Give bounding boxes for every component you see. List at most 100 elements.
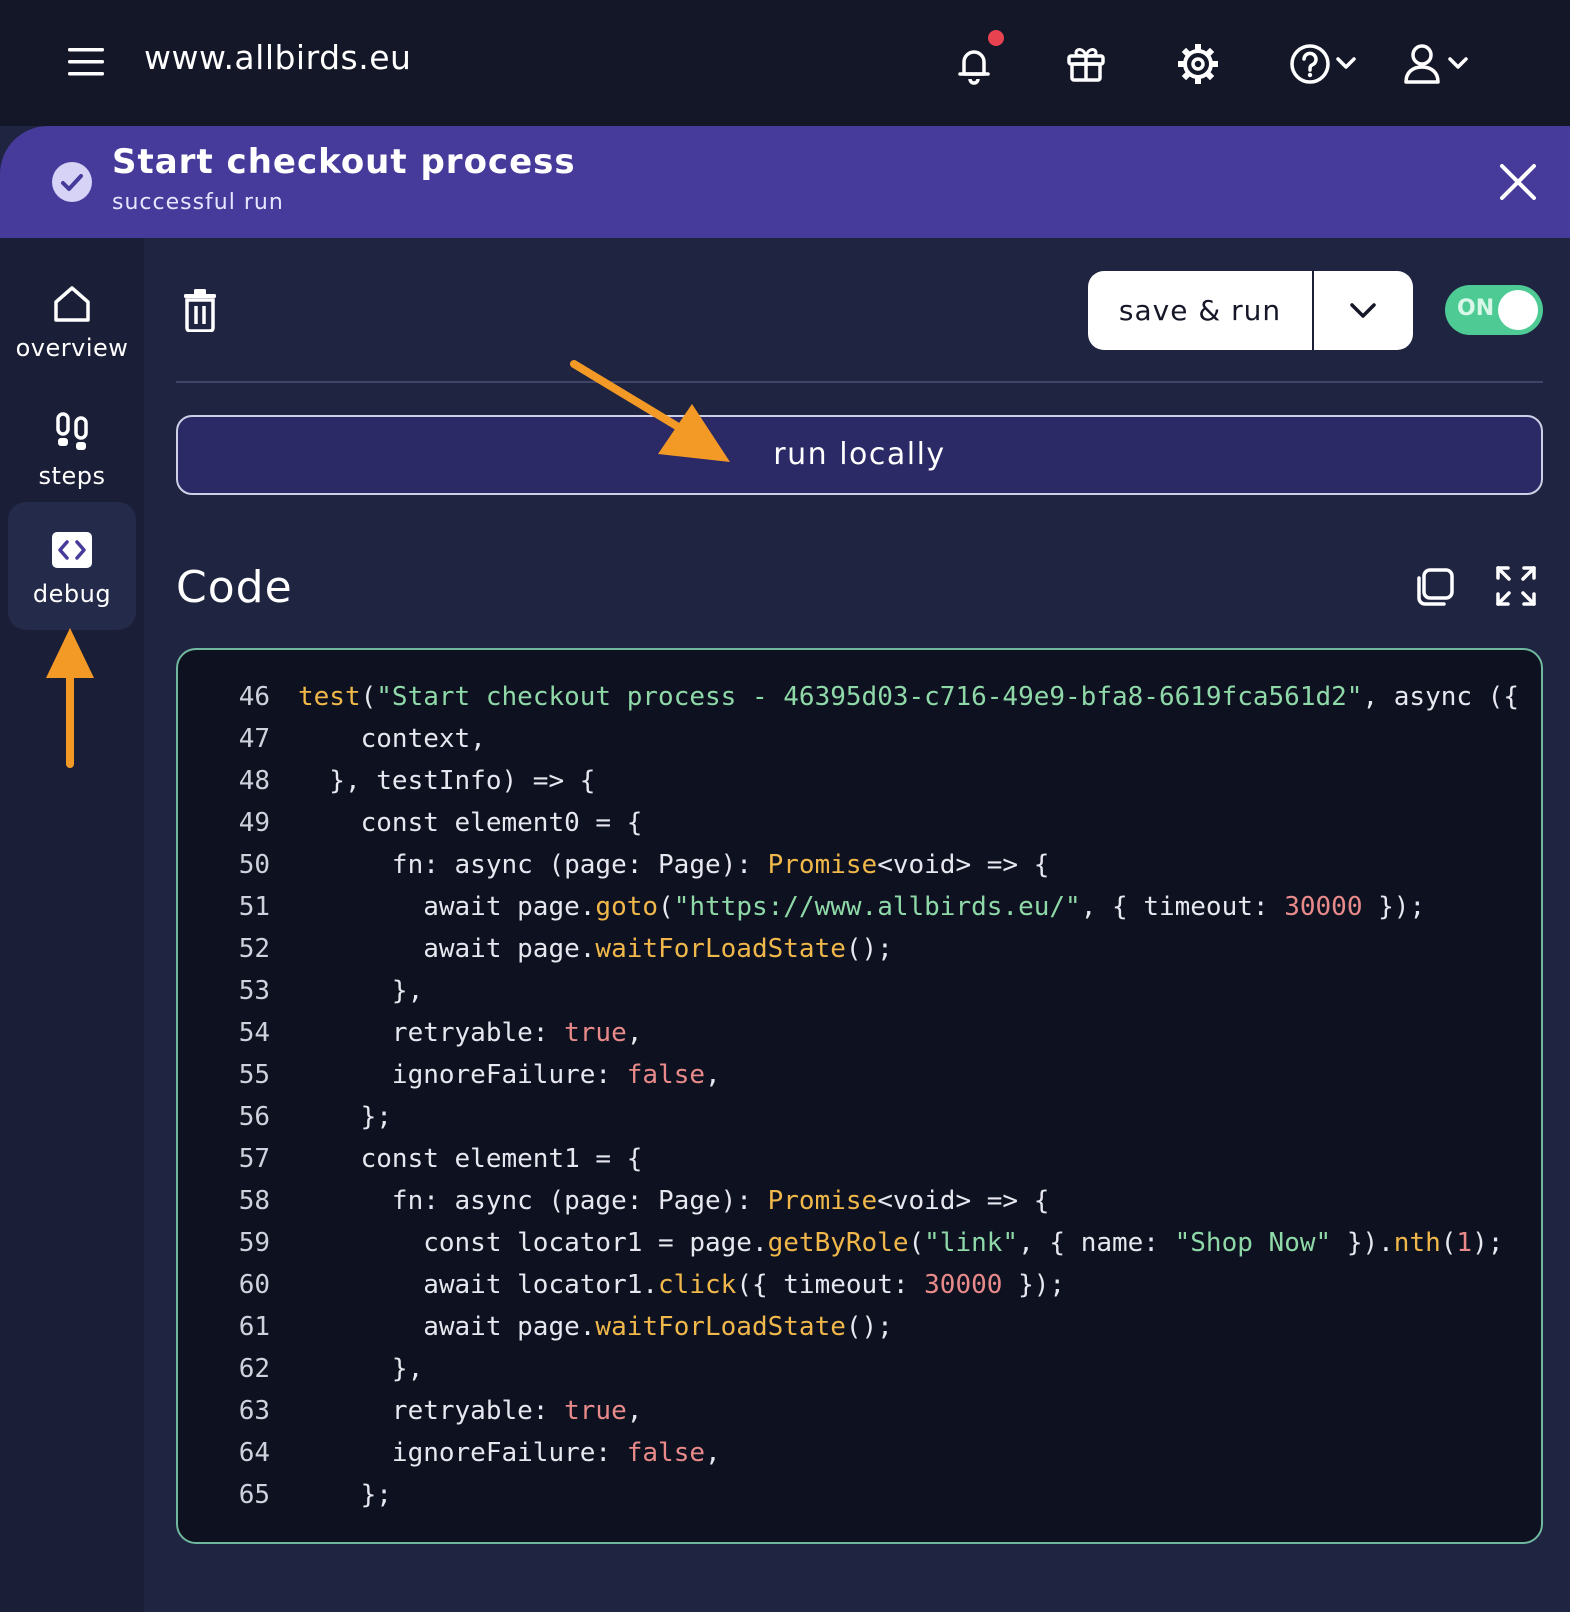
code-line: 54 retryable: true,: [178, 1012, 643, 1054]
annotation-arrow-icon: [46, 628, 94, 768]
code-text: await page.waitForLoadState();: [298, 934, 893, 964]
sidebar-item-overview[interactable]: overview: [8, 256, 136, 384]
code-line: 60 await locator1.click({ timeout: 30000…: [178, 1264, 1065, 1306]
help-icon[interactable]: [1286, 38, 1366, 90]
code-icon: [52, 532, 92, 568]
enable-toggle[interactable]: ON: [1445, 285, 1543, 335]
line-number: 65: [238, 1480, 270, 1510]
run-status-banner: Start checkout process successful run: [0, 126, 1570, 238]
toggle-knob: [1498, 290, 1538, 330]
banner-title: Start checkout process: [112, 142, 576, 182]
site-url: www.allbirds.eu: [144, 38, 412, 77]
code-line: 47 context,: [178, 718, 486, 760]
banner-subtitle: successful run: [112, 190, 284, 215]
code-text: fn: async (page: Page): Promise<void> =>…: [298, 850, 1050, 880]
line-number: 61: [238, 1312, 270, 1342]
footsteps-icon: [56, 412, 88, 450]
code-line: 65 };: [178, 1474, 392, 1516]
sidebar-item-label: steps: [38, 462, 106, 490]
code-text: };: [298, 1102, 392, 1132]
code-text: retryable: true,: [298, 1018, 643, 1048]
code-text: };: [298, 1480, 392, 1510]
code-line: 52 await page.waitForLoadState();: [178, 928, 893, 970]
code-text: await page.waitForLoadState();: [298, 1312, 893, 1342]
code-text: test("Start checkout process - 46395d03-…: [298, 682, 1519, 712]
split-divider: [1312, 271, 1314, 350]
code-text: context,: [298, 724, 486, 754]
line-number: 56: [238, 1102, 270, 1132]
code-line: 49 const element0 = {: [178, 802, 643, 844]
line-number: 48: [238, 766, 270, 796]
annotation-arrow-icon: [570, 360, 730, 462]
code-text: fn: async (page: Page): Promise<void> =>…: [298, 1186, 1050, 1216]
code-line: 59 const locator1 = page.getByRole("link…: [178, 1222, 1504, 1264]
save-run-split-button: save & run: [1088, 271, 1413, 350]
line-number: 59: [238, 1228, 270, 1258]
code-text: }, testInfo) => {: [298, 766, 596, 796]
code-line: 53 },: [178, 970, 424, 1012]
bell-icon[interactable]: [948, 38, 1000, 90]
divider: [176, 381, 1543, 383]
user-icon[interactable]: [1398, 38, 1478, 90]
code-text: },: [298, 976, 424, 1006]
line-number: 64: [238, 1438, 270, 1468]
line-number: 51: [238, 892, 270, 922]
code-text: await locator1.click({ timeout: 30000 })…: [298, 1270, 1066, 1300]
expand-icon[interactable]: [1494, 564, 1538, 608]
line-number: 52: [238, 934, 270, 964]
code-text: retryable: true,: [298, 1396, 643, 1426]
code-text: ignoreFailure: false,: [298, 1060, 721, 1090]
line-number: 63: [238, 1396, 270, 1426]
sidebar-item-label: overview: [15, 334, 129, 362]
line-number: 47: [238, 724, 270, 754]
line-number: 60: [238, 1270, 270, 1300]
code-text: await page.goto("https://www.allbirds.eu…: [298, 892, 1426, 922]
trash-icon[interactable]: [182, 288, 218, 332]
line-number: 49: [238, 808, 270, 838]
code-editor[interactable]: 46 test("Start checkout process - 46395d0…: [176, 648, 1543, 1544]
code-section-title: Code: [176, 562, 293, 613]
sidebar-item-steps[interactable]: steps: [8, 384, 136, 512]
run-locally-button[interactable]: run locally: [176, 415, 1543, 495]
gift-icon[interactable]: [1060, 38, 1112, 90]
sidebar: overview steps debug: [0, 238, 144, 1612]
sidebar-item-debug[interactable]: debug: [8, 502, 136, 630]
line-number: 55: [238, 1060, 270, 1090]
chevron-down-icon[interactable]: [1338, 293, 1388, 329]
line-number: 62: [238, 1354, 270, 1384]
home-icon: [54, 286, 90, 322]
code-text: ignoreFailure: false,: [298, 1438, 721, 1468]
close-icon[interactable]: [1496, 160, 1540, 204]
notification-dot: [988, 30, 1004, 46]
code-text: const locator1 = page.getByRole("link", …: [298, 1228, 1504, 1258]
menu-icon[interactable]: [64, 40, 108, 84]
sidebar-item-label: debug: [32, 580, 112, 608]
gear-icon[interactable]: [1172, 38, 1224, 90]
toggle-label: ON: [1457, 296, 1495, 321]
code-text: const element0 = {: [298, 808, 643, 838]
code-line: 61 await page.waitForLoadState();: [178, 1306, 893, 1348]
line-number: 46: [238, 682, 270, 712]
check-circle-icon: [52, 162, 92, 202]
code-line: 56 };: [178, 1096, 392, 1138]
code-line: 46 test("Start checkout process - 46395d0…: [178, 676, 1519, 718]
code-line: 64 ignoreFailure: false,: [178, 1432, 721, 1474]
top-bar: www.allbirds.eu: [0, 0, 1570, 126]
code-line: 55 ignoreFailure: false,: [178, 1054, 721, 1096]
copy-icon[interactable]: [1414, 566, 1456, 608]
code-line: 57 const element1 = {: [178, 1138, 643, 1180]
code-line: 58 fn: async (page: Page): Promise<void>…: [178, 1180, 1050, 1222]
code-line: 62 },: [178, 1348, 424, 1390]
line-number: 50: [238, 850, 270, 880]
code-line: 48 }, testInfo) => {: [178, 760, 596, 802]
line-number: 54: [238, 1018, 270, 1048]
code-line: 63 retryable: true,: [178, 1390, 643, 1432]
line-number: 53: [238, 976, 270, 1006]
code-text: },: [298, 1354, 424, 1384]
code-line: 50 fn: async (page: Page): Promise<void>…: [178, 844, 1050, 886]
line-number: 57: [238, 1144, 270, 1174]
line-number: 58: [238, 1186, 270, 1216]
code-line: 51 await page.goto("https://www.allbirds…: [178, 886, 1425, 928]
code-text: const element1 = {: [298, 1144, 643, 1174]
save-run-button[interactable]: save & run: [1088, 271, 1312, 350]
